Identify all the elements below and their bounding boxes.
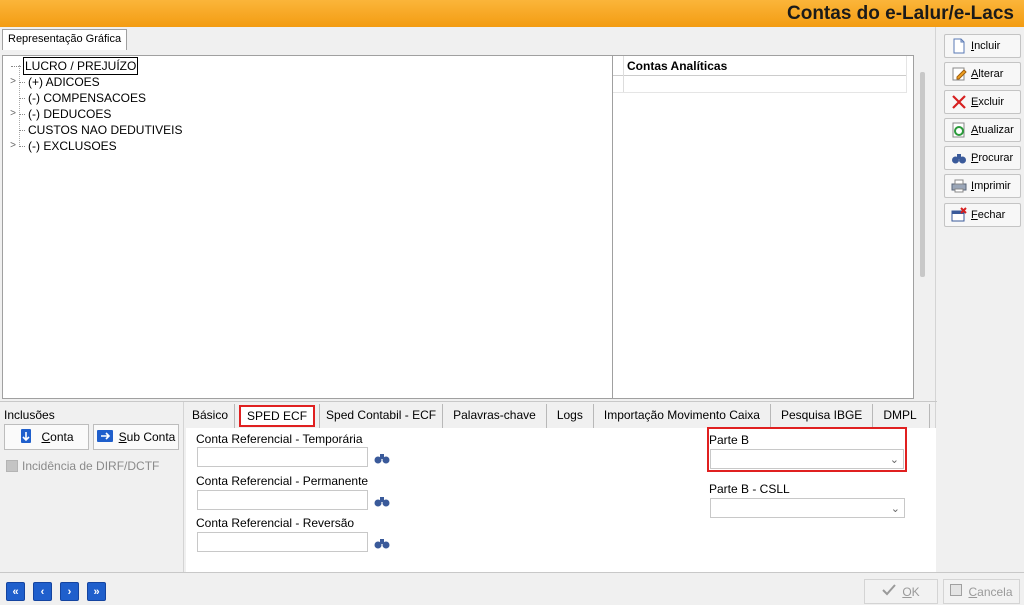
conta-referencial-reversao-label: Conta Referencial - Reversão (196, 516, 355, 530)
delete-x-icon (951, 94, 967, 110)
parte-b-label: Parte B (709, 433, 750, 447)
tree-item-adicoes[interactable]: > (+) ADICOES (7, 74, 101, 90)
tree-item-label: CUSTOS NAO DEDUTIVEIS (28, 123, 183, 137)
binoculars-icon[interactable] (374, 451, 390, 465)
imprimir-button[interactable]: Imprimir (944, 174, 1021, 198)
tree-item-exclusoes[interactable]: > (-) EXCLUSOES (7, 138, 118, 154)
printer-icon (951, 178, 967, 194)
add-account-icon (19, 428, 33, 446)
double-chevron-right-icon: » (93, 585, 100, 598)
tree-item-label: (-) DEDUCOES (28, 107, 112, 121)
tab-basico[interactable]: Básico (186, 404, 236, 428)
procurar-button[interactable]: Procurar (944, 146, 1021, 170)
top-tab-strip: Representação Gráfica (0, 27, 937, 50)
last-record-button[interactable]: » (87, 582, 106, 601)
chevron-right-icon: › (67, 585, 72, 598)
title-bar: Contas do e-Lalur/e-Lacs (0, 0, 1024, 27)
first-record-button[interactable]: « (6, 582, 25, 601)
tree-item-label: (-) EXCLUSOES (28, 139, 117, 153)
next-record-button[interactable]: › (60, 582, 79, 601)
refresh-icon (951, 122, 967, 138)
expand-chevron-icon[interactable]: > (7, 74, 19, 90)
tree-item-lucro-prejuizo[interactable]: LUCRO / PREJUÍZO (11, 57, 139, 75)
parte-b-csll-select[interactable]: ⌄ (710, 498, 905, 518)
incluir-button[interactable]: Incluir (944, 34, 1021, 58)
pencil-icon (951, 66, 967, 82)
tree-item-compensacoes[interactable]: (-) COMPENSACOES (19, 90, 147, 106)
cancela-button[interactable]: Cancela (943, 579, 1020, 604)
conta-referencial-temporaria-input[interactable] (197, 447, 368, 467)
double-chevron-left-icon: « (12, 585, 19, 598)
tab-importacao-movimento-caixa[interactable]: Importação Movimento Caixa (594, 404, 771, 428)
tab-logs[interactable]: Logs (547, 404, 594, 428)
tab-pesquisa-ibge[interactable]: Pesquisa IBGE (771, 404, 874, 428)
detail-tabs: Básico SPED ECF Sped Contabil - ECF Pala… (186, 404, 930, 428)
add-subaccount-icon (96, 429, 113, 445)
account-tree[interactable]: LUCRO / PREJUÍZO > (+) ADICOES (-) COMPE… (2, 55, 613, 399)
cancel-icon (950, 584, 963, 599)
document-icon (951, 38, 967, 54)
window-title: Contas do e-Lalur/e-Lacs (787, 3, 1014, 24)
expand-chevron-icon[interactable]: > (7, 106, 19, 122)
chevron-left-icon: ‹ (40, 585, 45, 598)
conta-referencial-permanente-label: Conta Referencial - Permanente (196, 474, 369, 488)
parte-b-select[interactable]: ⌄ (710, 449, 904, 469)
tab-dmpl[interactable]: DMPL (873, 404, 930, 428)
chevron-down-icon: ⌄ (890, 503, 900, 515)
conta-referencial-permanente-input[interactable] (197, 490, 368, 510)
tree-item-label: (-) COMPENSACOES (28, 91, 147, 105)
tab-palavras-chave[interactable]: Palavras-chave (443, 404, 547, 428)
binoculars-icon (951, 150, 967, 166)
sub-conta-button[interactable]: Sub Conta (93, 424, 179, 450)
tab-representacao-grafica[interactable]: Representação Gráfica (2, 29, 128, 50)
tab-sped-ecf[interactable]: SPED ECF (239, 405, 316, 427)
vertical-scrollbar[interactable] (920, 72, 925, 277)
alterar-button[interactable]: Alterar (944, 62, 1021, 86)
parte-b-csll-label: Parte B - CSLL (709, 482, 790, 496)
conta-referencial-reversao-input[interactable] (197, 532, 368, 552)
atualizar-button[interactable]: Atualizar (944, 118, 1021, 142)
expand-chevron-icon[interactable]: > (7, 138, 19, 154)
grid-row[interactable] (613, 76, 906, 93)
previous-record-button[interactable]: ‹ (33, 582, 52, 601)
checkmark-icon (882, 584, 897, 599)
inclusoes-label: Inclusões (4, 408, 55, 422)
ok-button[interactable]: OK (864, 579, 938, 604)
close-window-icon (951, 207, 967, 223)
tree-item-deducoes[interactable]: > (-) DEDUCOES (7, 106, 112, 122)
binoculars-icon[interactable] (374, 536, 390, 550)
contas-analiticas-grid[interactable]: Contas Analíticas (613, 55, 914, 399)
fechar-button[interactable]: Fechar (944, 203, 1021, 227)
tree-item-label: LUCRO / PREJUÍZO (23, 57, 139, 75)
checkbox-box[interactable] (6, 460, 18, 472)
tab-sped-contabil-ecf[interactable]: Sped Contabil - ECF (319, 404, 444, 428)
incidencia-dirf-dctf-checkbox[interactable]: Incidência de DIRF/DCTF (6, 459, 159, 473)
binoculars-icon[interactable] (374, 494, 390, 508)
tree-item-custos-nao-dedutiveis[interactable]: CUSTOS NAO DEDUTIVEIS (19, 122, 183, 138)
conta-button[interactable]: Conta (4, 424, 89, 450)
excluir-button[interactable]: Excluir (944, 90, 1021, 114)
checkbox-label: Incidência de DIRF/DCTF (22, 459, 160, 473)
conta-referencial-temporaria-label: Conta Referencial - Temporária (196, 432, 363, 446)
grid-header-contas-analiticas: Contas Analíticas (627, 59, 728, 73)
tree-item-label: (+) ADICOES (28, 75, 100, 89)
chevron-down-icon: ⌄ (889, 454, 899, 466)
grid-header: Contas Analíticas (613, 56, 906, 92)
